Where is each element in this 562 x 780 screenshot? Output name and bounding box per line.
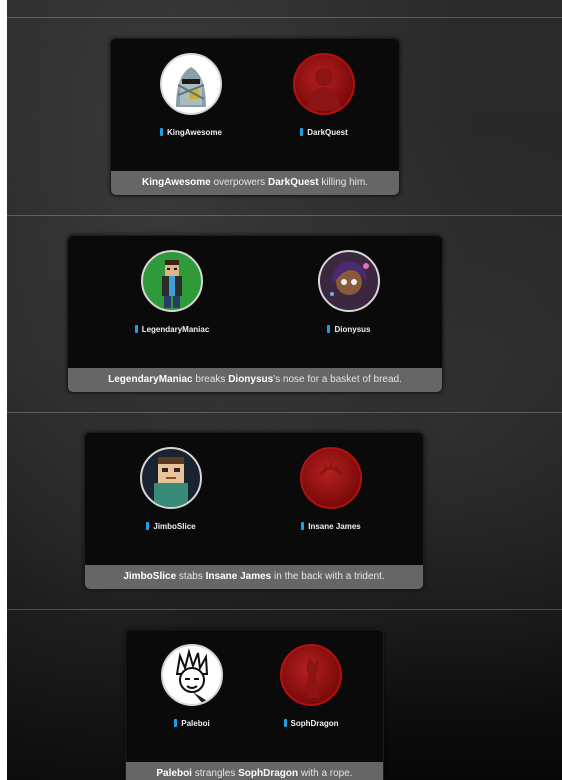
anime-character-icon xyxy=(330,261,369,296)
tribute-name: Paleboi xyxy=(127,719,257,728)
blocky-character-icon xyxy=(154,457,188,507)
tribute-name: Dionysus xyxy=(284,325,414,334)
event-action: with a rope. xyxy=(298,768,353,779)
district-marker-icon xyxy=(301,522,305,530)
event-action: strangles xyxy=(191,768,239,779)
tribute[interactable]: JimboSlice xyxy=(106,447,236,531)
event-action: killing him. xyxy=(318,177,369,188)
divider xyxy=(7,412,562,413)
actor-name: JimboSlice xyxy=(123,571,177,582)
dead-tribute-mask-icon xyxy=(318,462,344,476)
tribute[interactable]: LegendaryManiac xyxy=(107,250,237,334)
actor-name: Paleboi xyxy=(156,768,192,779)
actor-name: LegendaryManiac xyxy=(108,374,193,385)
divider xyxy=(7,215,562,216)
event-card: KingAwesome DarkQuest KingAwesome overpo… xyxy=(110,38,400,196)
actor-name: KingAwesome xyxy=(141,177,211,188)
avatar[interactable] xyxy=(161,644,223,706)
avatar[interactable] xyxy=(140,447,202,509)
target-name: SophDragon xyxy=(238,768,299,779)
district-marker-icon xyxy=(160,128,163,136)
dead-tribute-silhouette-icon xyxy=(307,68,341,111)
tribute-name: SophDragon xyxy=(246,719,376,728)
district-marker-icon xyxy=(327,325,331,333)
avatar-deceased[interactable] xyxy=(280,644,342,706)
tribute-name: KingAwesome xyxy=(126,128,256,137)
district-marker-icon xyxy=(300,128,304,136)
left-edge-strip xyxy=(0,0,7,780)
event-card: Paleboi SophDragon Paleboi strangles Sop… xyxy=(125,629,384,780)
divider xyxy=(7,609,562,610)
tribute-row: Paleboi SophDragon xyxy=(126,630,383,762)
event-card: JimboSlice Insane James JimboSlice stabs… xyxy=(84,432,424,590)
avatar-deceased[interactable] xyxy=(300,447,362,509)
tribute-name: Insane James xyxy=(266,522,396,531)
tribute-row: JimboSlice Insane James xyxy=(85,433,423,565)
event-action: breaks xyxy=(192,374,229,385)
district-marker-icon xyxy=(146,522,150,530)
tribute[interactable]: Paleboi xyxy=(127,644,257,728)
district-marker-icon xyxy=(174,719,178,727)
avatar[interactable] xyxy=(141,250,203,312)
event-action: 's nose for a basket of bread. xyxy=(273,374,402,385)
hooded-figure-icon xyxy=(176,67,206,107)
pixel-character-icon xyxy=(162,260,182,308)
event-description: LegendaryManiac breaks Dionysus's nose f… xyxy=(68,368,442,392)
event-description: KingAwesome overpowers DarkQuest killing… xyxy=(111,171,399,195)
avatar-deceased[interactable] xyxy=(293,53,355,115)
tribute[interactable]: KingAwesome xyxy=(126,53,256,137)
tribute-name: LegendaryManiac xyxy=(107,325,237,334)
event-card: LegendaryManiac Dionysus LegendaryManiac… xyxy=(67,235,443,393)
dead-tribute-dragon-icon xyxy=(306,658,330,698)
event-description: JimboSlice stabs Insane James in the bac… xyxy=(85,565,423,589)
tribute[interactable]: SophDragon xyxy=(246,644,376,728)
target-name: DarkQuest xyxy=(267,177,319,188)
event-feed: KingAwesome DarkQuest KingAwesome overpo… xyxy=(0,0,562,780)
tribute-row: KingAwesome DarkQuest xyxy=(111,39,399,171)
avatar[interactable] xyxy=(160,53,222,115)
event-description: Paleboi strangles SophDragon with a rope… xyxy=(126,762,383,780)
divider xyxy=(7,17,562,18)
tribute-name: DarkQuest xyxy=(259,128,389,137)
tribute-row: LegendaryManiac Dionysus xyxy=(68,236,442,368)
avatar[interactable] xyxy=(318,250,380,312)
district-marker-icon xyxy=(134,325,138,333)
target-name: Dionysus xyxy=(228,374,274,385)
event-action: stabs xyxy=(176,571,206,582)
tribute[interactable]: Dionysus xyxy=(284,250,414,334)
tribute[interactable]: DarkQuest xyxy=(259,53,389,137)
target-name: Insane James xyxy=(205,571,272,582)
event-action: in the back with a trident. xyxy=(271,571,385,582)
event-action: overpowers xyxy=(210,177,268,188)
tribute-name: JimboSlice xyxy=(106,522,236,531)
spiky-hair-sketch-icon xyxy=(175,648,209,704)
tribute[interactable]: Insane James xyxy=(266,447,396,531)
district-marker-icon xyxy=(283,719,287,727)
